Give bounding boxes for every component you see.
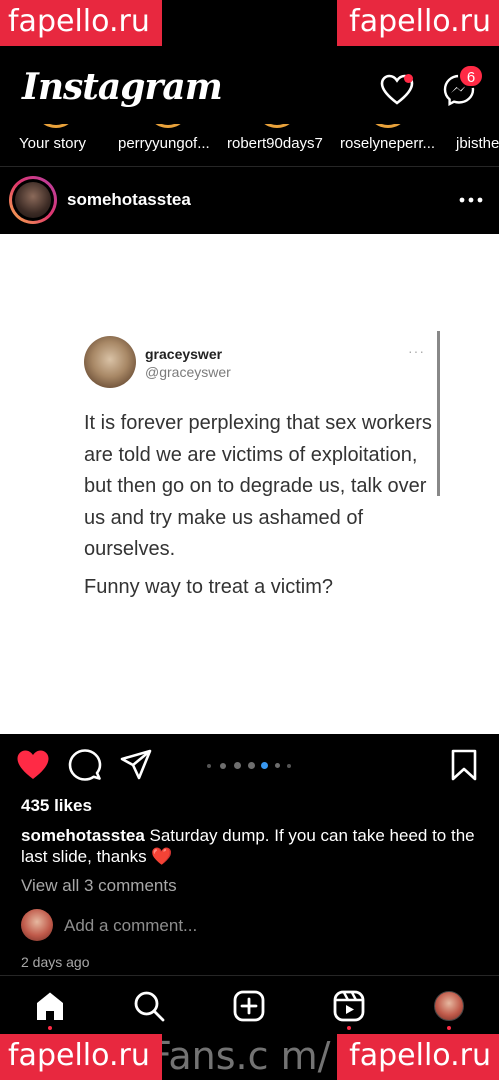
- watermark-bottom-right: fapello.ru: [337, 1034, 499, 1080]
- story-label[interactable]: jbisthe: [456, 135, 499, 152]
- watermark-top-left: fapello.ru: [0, 0, 162, 46]
- carousel-dot: [220, 763, 226, 769]
- share-icon[interactable]: [119, 748, 153, 782]
- story-ring[interactable]: [146, 124, 190, 128]
- caption-username[interactable]: somehotasstea: [21, 826, 145, 845]
- liked-heart-icon[interactable]: [16, 748, 50, 782]
- profile-avatar[interactable]: [434, 991, 464, 1021]
- watermark-bottom-left: fapello.ru: [0, 1034, 162, 1080]
- avatar-image: [15, 182, 51, 218]
- save-bookmark-icon[interactable]: [447, 748, 481, 782]
- messages-badge: 6: [458, 64, 484, 88]
- create-icon[interactable]: [233, 990, 265, 1022]
- current-user-avatar: [21, 909, 53, 941]
- tweet-author-name: graceyswer: [145, 346, 223, 362]
- story-ring[interactable]: [34, 124, 78, 128]
- story-label[interactable]: roselyneperr...: [340, 135, 435, 152]
- avatar-border: [12, 179, 54, 221]
- avatar[interactable]: [9, 176, 57, 224]
- tweet-text: It is forever perplexing that sex worker…: [84, 412, 432, 560]
- story-label[interactable]: perryyungof...: [118, 135, 210, 152]
- more-options-icon[interactable]: [458, 190, 484, 210]
- reels-icon[interactable]: [333, 990, 365, 1022]
- post-username[interactable]: somehotasstea: [67, 190, 191, 210]
- view-comments-link[interactable]: View all 3 comments: [21, 876, 177, 896]
- notification-dot: [404, 74, 413, 83]
- tweet-more-icon: ···: [408, 343, 425, 359]
- tweet-scrollbar: [437, 331, 440, 496]
- tweet-text-2: Funny way to treat a victim?: [84, 576, 333, 598]
- watermark-center: Fans.c m/: [150, 1034, 331, 1078]
- post-image[interactable]: graceyswer @graceyswer ··· It is forever…: [0, 234, 499, 734]
- post-header: somehotasstea: [0, 170, 499, 232]
- watermark-top-right: fapello.ru: [337, 0, 499, 46]
- add-comment-input[interactable]: Add a comment...: [64, 916, 197, 936]
- app-header: Instagram 6: [0, 46, 499, 124]
- story-label[interactable]: Your story: [19, 135, 86, 152]
- carousel-dot-active: [261, 762, 268, 769]
- home-icon[interactable]: [34, 990, 66, 1022]
- likes-count[interactable]: 435 likes: [21, 796, 92, 816]
- carousel-dot: [287, 764, 291, 768]
- tweet-avatar: [84, 336, 136, 388]
- divider: [0, 166, 499, 167]
- post-caption: somehotasstea Saturday dump. If you can …: [21, 825, 481, 867]
- carousel-dot: [248, 762, 255, 769]
- app-logo: Instagram: [22, 66, 223, 108]
- tweet-author-handle: @graceyswer: [145, 364, 231, 380]
- home-active-dot: [48, 1026, 52, 1030]
- comment-icon[interactable]: [68, 748, 102, 782]
- carousel-dot: [275, 763, 280, 768]
- carousel-dot: [234, 762, 241, 769]
- post-actions: [0, 738, 499, 794]
- reels-dot: [347, 1026, 351, 1030]
- stories-row: Your story perryyungof... robert90days7 …: [0, 124, 499, 164]
- profile-dot: [447, 1026, 451, 1030]
- story-ring[interactable]: [366, 124, 410, 128]
- story-ring[interactable]: [255, 124, 299, 128]
- search-icon[interactable]: [133, 990, 165, 1022]
- carousel-dot: [207, 764, 211, 768]
- post-timestamp: 2 days ago: [21, 954, 90, 970]
- story-label[interactable]: robert90days7: [227, 135, 323, 152]
